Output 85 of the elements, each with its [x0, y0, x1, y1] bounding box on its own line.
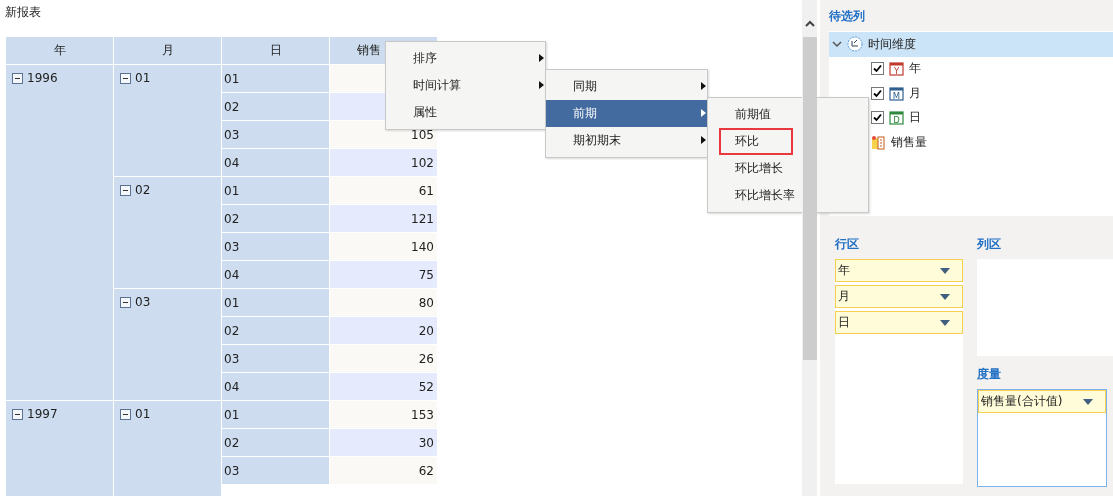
tree-label: 年	[909, 60, 921, 78]
field-chip[interactable]: 日	[835, 311, 963, 334]
table-cell: 03	[222, 121, 329, 148]
table-cell: 01	[222, 401, 329, 428]
column-header: 日	[222, 37, 329, 64]
dropdown-icon[interactable]	[1083, 398, 1093, 405]
table-cell: 04	[222, 373, 329, 400]
section-title: 列区	[977, 236, 1002, 253]
table-cell: 153	[330, 401, 437, 428]
submenu-arrow-icon	[701, 109, 706, 117]
menu-item[interactable]: 同期	[546, 73, 707, 100]
table-cell: 30	[330, 429, 437, 456]
table-cell: 04	[222, 149, 329, 176]
month-label: 03	[135, 295, 151, 309]
section-title: 度量	[977, 366, 1002, 383]
menu-item[interactable]: 前期	[546, 100, 707, 127]
menu-item[interactable]: 环比增长	[708, 155, 868, 182]
collapse-icon[interactable]	[120, 409, 131, 420]
table-cell: 04	[222, 261, 329, 288]
clock-icon	[847, 36, 863, 53]
month-label: 01	[135, 71, 151, 85]
column-header: 月	[114, 37, 221, 64]
dropdown-icon[interactable]	[940, 267, 950, 274]
table-cell: 20	[330, 317, 437, 344]
table-cell: 62	[330, 457, 437, 484]
table-cell: 02	[222, 429, 329, 456]
scroll-up-icon[interactable]	[805, 20, 815, 27]
tree-item[interactable]: Y 年	[829, 56, 1113, 81]
collapse-icon[interactable]	[12, 73, 23, 84]
table-cell: 02	[222, 317, 329, 344]
submenu-arrow-icon	[539, 81, 544, 89]
field-chip[interactable]: 销售量(合计值)	[978, 390, 1106, 413]
section-title: 待选列	[829, 8, 866, 25]
table-cell: 121	[330, 205, 437, 232]
table-cell: 102	[330, 149, 437, 176]
checkbox[interactable]	[871, 111, 884, 125]
table-cell: 26	[330, 345, 437, 372]
table-icon	[871, 134, 886, 150]
table-cell: 01	[222, 289, 329, 316]
menu-item[interactable]: 时间计算	[386, 72, 545, 99]
scroll-thumb[interactable]	[803, 37, 817, 360]
column-header: 年	[6, 37, 113, 64]
field-chip[interactable]: 年	[835, 259, 963, 282]
table-cell: 75	[330, 261, 437, 288]
table-cell: 01	[222, 65, 329, 92]
dropdown-icon[interactable]	[940, 293, 950, 300]
dropdown-icon[interactable]	[940, 319, 950, 326]
report-title: 新报表	[4, 4, 42, 21]
table-cell: 80	[330, 289, 437, 316]
tree-label: 月	[909, 84, 921, 102]
calendar-icon: D	[889, 110, 904, 126]
year-label: 1996	[27, 71, 58, 85]
table-cell: 03	[222, 233, 329, 260]
section-title: 行区	[835, 236, 860, 253]
submenu-arrow-icon	[701, 136, 706, 144]
month-label: 02	[135, 183, 151, 197]
table-cell: 02	[222, 93, 329, 120]
tree-label: 日	[909, 109, 921, 127]
table-cell: 03	[222, 345, 329, 372]
checkbox[interactable]	[871, 86, 884, 100]
tree-item[interactable]: 时间维度	[829, 32, 1113, 57]
table-cell: 01	[222, 177, 329, 204]
collapse-icon[interactable]	[120, 297, 131, 308]
table-cell: 140	[330, 233, 437, 260]
calendar-icon: Y	[889, 61, 904, 77]
submenu-arrow-icon	[701, 82, 706, 90]
menu-item[interactable]: 环比增长率	[708, 182, 868, 209]
month-label: 01	[135, 407, 151, 421]
menu-item[interactable]: 期初期末	[546, 127, 707, 154]
tree-label: 时间维度	[868, 35, 916, 53]
table-cell: 03	[222, 457, 329, 484]
collapse-icon[interactable]	[12, 409, 23, 420]
calendar-icon: M	[889, 85, 904, 101]
scrollbar[interactable]	[802, 0, 817, 496]
collapse-icon[interactable]	[120, 73, 131, 84]
collapse-icon[interactable]	[120, 185, 131, 196]
field-chip[interactable]: 月	[835, 285, 963, 308]
tree-label: 销售量	[891, 133, 927, 151]
checkbox[interactable]	[871, 62, 884, 76]
year-label: 1997	[27, 407, 58, 421]
chevron-down-icon[interactable]	[832, 39, 842, 50]
submenu-arrow-icon	[539, 54, 544, 62]
table-cell: 02	[222, 205, 329, 232]
table-cell: 61	[330, 177, 437, 204]
table-cell: 52	[330, 373, 437, 400]
